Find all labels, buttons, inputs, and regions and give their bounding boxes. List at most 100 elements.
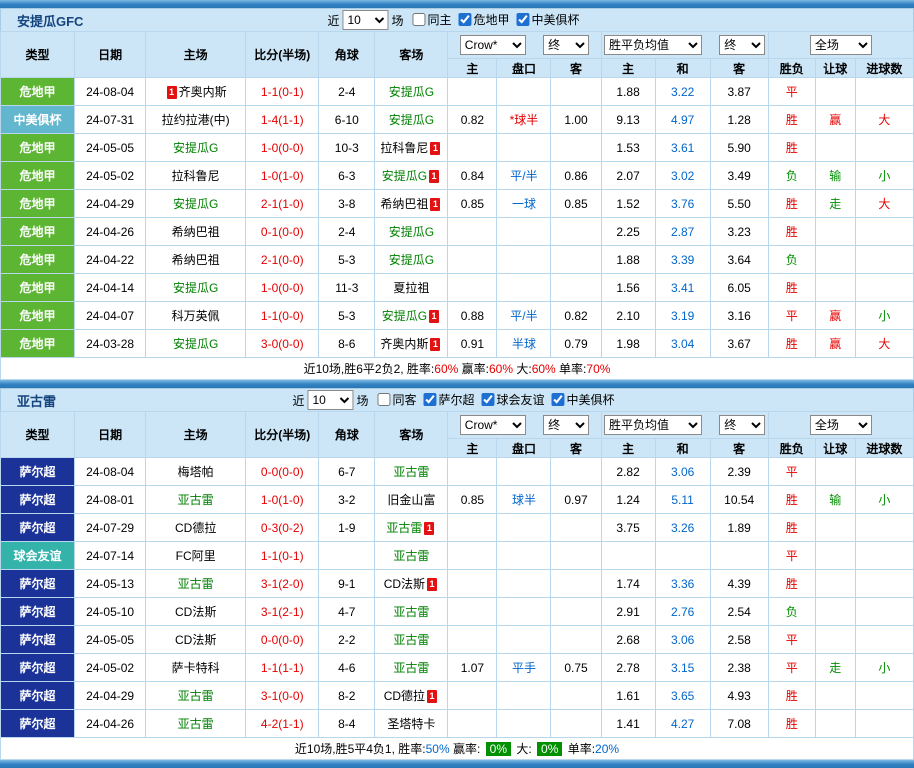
result-handicap	[815, 246, 855, 274]
summary-text: 大:	[513, 362, 532, 376]
home-team: 萨卡特科	[146, 654, 246, 682]
team-name[interactable]: 安提瓜G	[173, 197, 218, 211]
odds-final-select[interactable]: 终	[543, 415, 589, 435]
team-name[interactable]: 亚古雷	[393, 633, 429, 647]
col-score: 比分(半场)	[246, 412, 319, 458]
team-name[interactable]: 旧金山富	[387, 493, 435, 507]
team-name[interactable]: 安提瓜G	[382, 309, 427, 323]
result-handicap: 输	[815, 162, 855, 190]
result-goals	[855, 246, 913, 274]
games-count-select[interactable]: 10	[342, 10, 388, 30]
team-name[interactable]: 安提瓜G	[173, 281, 218, 295]
odds-final-select[interactable]: 终	[543, 35, 589, 55]
odds-handicap: *球半	[497, 106, 551, 134]
summary-text: 近10场,胜6平2负2, 胜率:	[304, 362, 435, 376]
games-count-select[interactable]: 10	[307, 390, 353, 410]
filter-checkbox-input[interactable]	[424, 393, 437, 406]
team-name[interactable]: 安提瓜G	[382, 169, 427, 183]
team-name[interactable]: 亚古雷	[178, 493, 214, 507]
league-badge: 萨尔超	[1, 654, 75, 682]
team-name[interactable]: 梅塔帕	[178, 465, 214, 479]
filter-checkbox-input[interactable]	[482, 393, 495, 406]
score-halftime: 3-1(2-1)	[246, 598, 319, 626]
score-halftime: 1-0(1-0)	[246, 162, 319, 190]
odds-source-select[interactable]: Crow*	[460, 35, 526, 55]
team-name[interactable]: CD德拉	[384, 689, 425, 703]
team-name[interactable]: 亚古雷	[393, 605, 429, 619]
team-name[interactable]: 希纳巴祖	[172, 253, 220, 267]
match-date: 24-03-28	[75, 330, 146, 358]
score-halftime: 1-4(1-1)	[246, 106, 319, 134]
col-odds-handicap: 盘口	[497, 439, 551, 458]
avg-home: 1.88	[601, 246, 655, 274]
filter-checkbox-input[interactable]	[377, 393, 390, 406]
team-name[interactable]: 拉科鲁尼	[380, 141, 428, 155]
filter-checkbox[interactable]: 中美俱杯	[552, 391, 615, 408]
team-name[interactable]: 亚古雷	[178, 577, 214, 591]
scope-select[interactable]: 全场	[810, 35, 872, 55]
filter-checkbox-input[interactable]	[412, 13, 425, 26]
team-name[interactable]: 拉约拉港(中)	[162, 113, 230, 127]
filter-checkbox[interactable]: 球会友谊	[482, 391, 545, 408]
filter-checkbox[interactable]: 同主	[412, 11, 451, 28]
team-name[interactable]: 科万英佩	[172, 309, 220, 323]
result-handicap	[815, 682, 855, 710]
team-name[interactable]: 安提瓜G	[173, 337, 218, 351]
team-name[interactable]: 安提瓜G	[389, 113, 434, 127]
match-row: 球会友谊24-07-14FC阿里1-1(0-1)亚古雷平	[1, 542, 914, 570]
team-name[interactable]: CD法斯	[384, 577, 425, 591]
filter-checkbox-input[interactable]	[517, 13, 530, 26]
match-row: 危地甲24-04-22希纳巴祖2-1(0-0)5-3安提瓜G1.883.393.…	[1, 246, 914, 274]
result-handicap	[815, 542, 855, 570]
team-name[interactable]: 亚古雷	[178, 689, 214, 703]
filter-checkbox-input[interactable]	[459, 13, 472, 26]
avg-source-select[interactable]: 胜平负均值	[604, 35, 702, 55]
filter-checkbox[interactable]: 同客	[377, 391, 416, 408]
team-name[interactable]: 齐奥内斯	[380, 337, 428, 351]
team-name[interactable]: CD法斯	[175, 605, 216, 619]
odds-source-select[interactable]: Crow*	[460, 415, 526, 435]
summary-text-cell: 近10场,胜5平4负1, 胜率:50% 赢率: 0% 大: 0% 单率:20%	[1, 738, 914, 760]
team-name[interactable]: 圣塔特卡	[387, 717, 435, 731]
avg-home: 1.88	[601, 78, 655, 106]
match-row: 萨尔超24-08-01亚古雷1-0(1-0)3-2旧金山富0.85球半0.971…	[1, 486, 914, 514]
avg-draw: 3.39	[655, 246, 710, 274]
team-name[interactable]: 安提瓜G	[173, 141, 218, 155]
result-handicap: 赢	[815, 302, 855, 330]
team-name[interactable]: 萨卡特科	[172, 661, 220, 675]
avg-away: 6.05	[710, 274, 768, 302]
avg-final-select[interactable]: 终	[719, 35, 765, 55]
team-name[interactable]: 亚古雷	[178, 717, 214, 731]
team-name[interactable]: 希纳巴祖	[172, 225, 220, 239]
team-name[interactable]: 亚古雷	[393, 549, 429, 563]
avg-home: 1.52	[601, 190, 655, 218]
odds-handicap	[497, 626, 551, 654]
team-name[interactable]: FC阿里	[176, 549, 216, 563]
avg-source-select[interactable]: 胜平负均值	[604, 415, 702, 435]
summary-text: 60%	[489, 362, 513, 376]
league-badge: 危地甲	[1, 330, 75, 358]
team-name[interactable]: 夏拉祖	[393, 281, 429, 295]
avg-final-select[interactable]: 终	[719, 415, 765, 435]
filter-checkbox-input[interactable]	[552, 393, 565, 406]
filter-checkbox[interactable]: 危地甲	[459, 11, 510, 28]
team-name[interactable]: 亚古雷	[386, 521, 422, 535]
team-name[interactable]: 安提瓜G	[389, 85, 434, 99]
team-name[interactable]: 希纳巴祖	[380, 197, 428, 211]
team-name[interactable]: 安提瓜G	[389, 253, 434, 267]
result-handicap	[815, 458, 855, 486]
summary-text: 单率:	[556, 362, 587, 376]
team-name[interactable]: 亚古雷	[393, 465, 429, 479]
scope-select[interactable]: 全场	[810, 415, 872, 435]
away-team: 亚古雷	[375, 626, 448, 654]
filter-checkbox[interactable]: 中美俱杯	[517, 11, 580, 28]
team-name[interactable]: 拉科鲁尼	[172, 169, 220, 183]
team-name[interactable]: 齐奥内斯	[179, 85, 227, 99]
team-name[interactable]: 安提瓜G	[389, 225, 434, 239]
result-handicap	[815, 710, 855, 738]
team-name[interactable]: CD德拉	[175, 521, 216, 535]
team-name[interactable]: CD法斯	[175, 633, 216, 647]
filter-checkbox[interactable]: 萨尔超	[424, 391, 475, 408]
red-card-icon: 1	[427, 578, 437, 591]
team-name[interactable]: 亚古雷	[393, 661, 429, 675]
